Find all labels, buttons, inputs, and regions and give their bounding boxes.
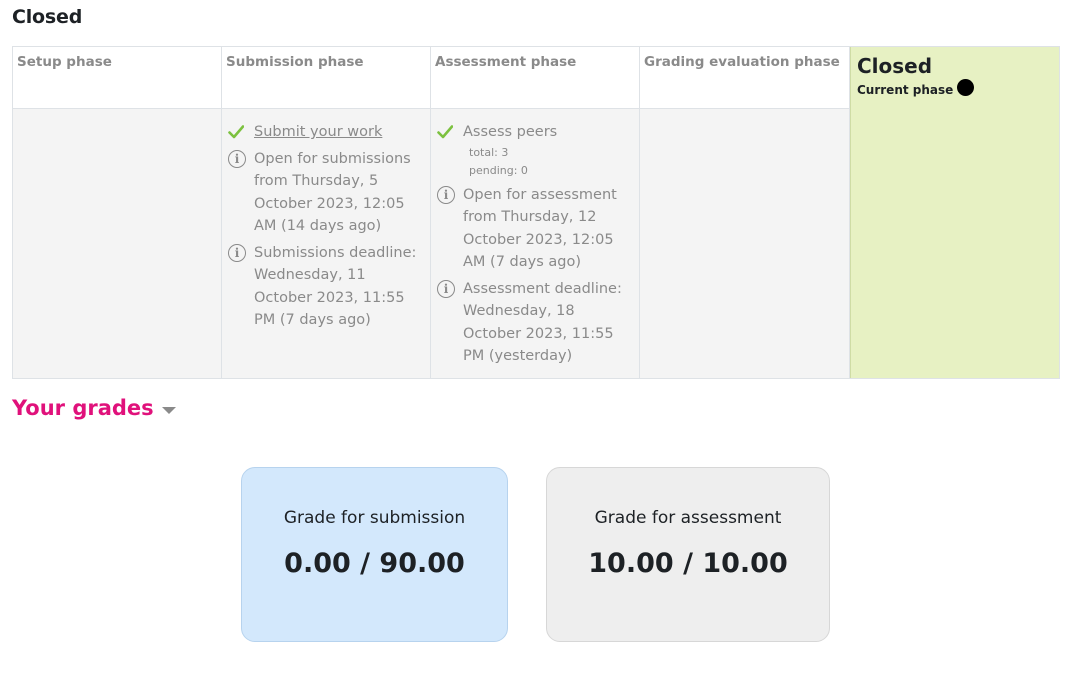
phase-grading-evaluation: Grading evaluation phase: [640, 47, 850, 378]
phase-assessment: Assessment phase Assess peers total: 3 p…: [431, 47, 640, 378]
phase-title: Grading evaluation phase: [644, 54, 840, 70]
task-text: Assessment deadline: Wednesday, 18 Octob…: [463, 280, 622, 365]
grade-submission-value: 0.00 / 90.00: [284, 548, 465, 579]
grade-assessment-value: 10.00 / 10.00: [588, 548, 788, 579]
grade-assessment-card: Grade for assessment 10.00 / 10.00: [546, 467, 830, 642]
phase-title: Submission phase: [226, 54, 364, 70]
phase-body: [640, 109, 849, 378]
current-phase-indicator: Current phase: [857, 79, 1053, 98]
task-submit-work: Submit your work: [228, 121, 424, 144]
grade-submission-card: Grade for submission 0.00 / 90.00: [241, 467, 508, 642]
page-title: Closed: [12, 6, 83, 28]
current-phase-label: Current phase: [857, 82, 954, 97]
current-phase-dot-icon: [957, 79, 975, 96]
phase-body: [13, 109, 221, 378]
check-icon: [437, 121, 457, 143]
info-icon: i: [437, 278, 457, 300]
phase-header: Setup phase: [13, 47, 221, 109]
task-open-submissions: i Open for submissions from Thursday, 5 …: [228, 148, 424, 238]
task-submissions-deadline: i Submissions deadline: Wednesday, 11 Oc…: [228, 242, 424, 332]
task-text: Open for submissions from Thursday, 5 Oc…: [254, 150, 411, 235]
phase-title: Assessment phase: [435, 54, 577, 70]
phase-body: Submit your work i Open for submissions …: [222, 109, 430, 378]
task-open-assessment: i Open for assessment from Thursday, 12 …: [437, 184, 633, 274]
assess-total: total: 3: [469, 145, 509, 159]
phase-header: Grading evaluation phase: [640, 47, 849, 109]
task-assess-peers: Assess peers: [437, 121, 633, 144]
info-icon: i: [228, 242, 248, 264]
task-text: Submissions deadline: Wednesday, 11 Octo…: [254, 244, 417, 329]
your-grades-toggle[interactable]: Your grades: [12, 396, 176, 420]
grade-assessment-title: Grade for assessment: [594, 508, 782, 528]
phase-header: Closed Current phase: [851, 47, 1059, 109]
task-text: Open for assessment from Thursday, 12 Oc…: [463, 186, 617, 271]
phase-header: Submission phase: [222, 47, 430, 109]
info-icon: i: [437, 184, 457, 206]
grade-submission-title: Grade for submission: [283, 508, 466, 528]
phase-table: Setup phase Submission phase Submit your…: [12, 46, 1060, 379]
phase-body: [851, 109, 1059, 378]
assess-pending: pending: 0: [469, 163, 528, 177]
phase-submission: Submission phase Submit your work i Open…: [222, 47, 431, 378]
submit-your-work-link[interactable]: Submit your work: [254, 124, 382, 140]
phase-header: Assessment phase: [431, 47, 639, 109]
phase-closed: Closed Current phase: [850, 47, 1059, 378]
phase-setup: Setup phase: [13, 47, 222, 378]
task-text: Assess peers: [463, 124, 558, 140]
caret-down-icon: [161, 406, 176, 414]
check-icon: [228, 121, 248, 143]
info-icon: i: [228, 148, 248, 170]
phase-body: Assess peers total: 3 pending: 0 i Open …: [431, 109, 639, 378]
phase-title: Closed: [857, 54, 933, 78]
phase-title: Setup phase: [17, 54, 112, 70]
your-grades-heading: Your grades: [12, 396, 154, 420]
task-assessment-deadline: i Assessment deadline: Wednesday, 18 Oct…: [437, 278, 633, 368]
